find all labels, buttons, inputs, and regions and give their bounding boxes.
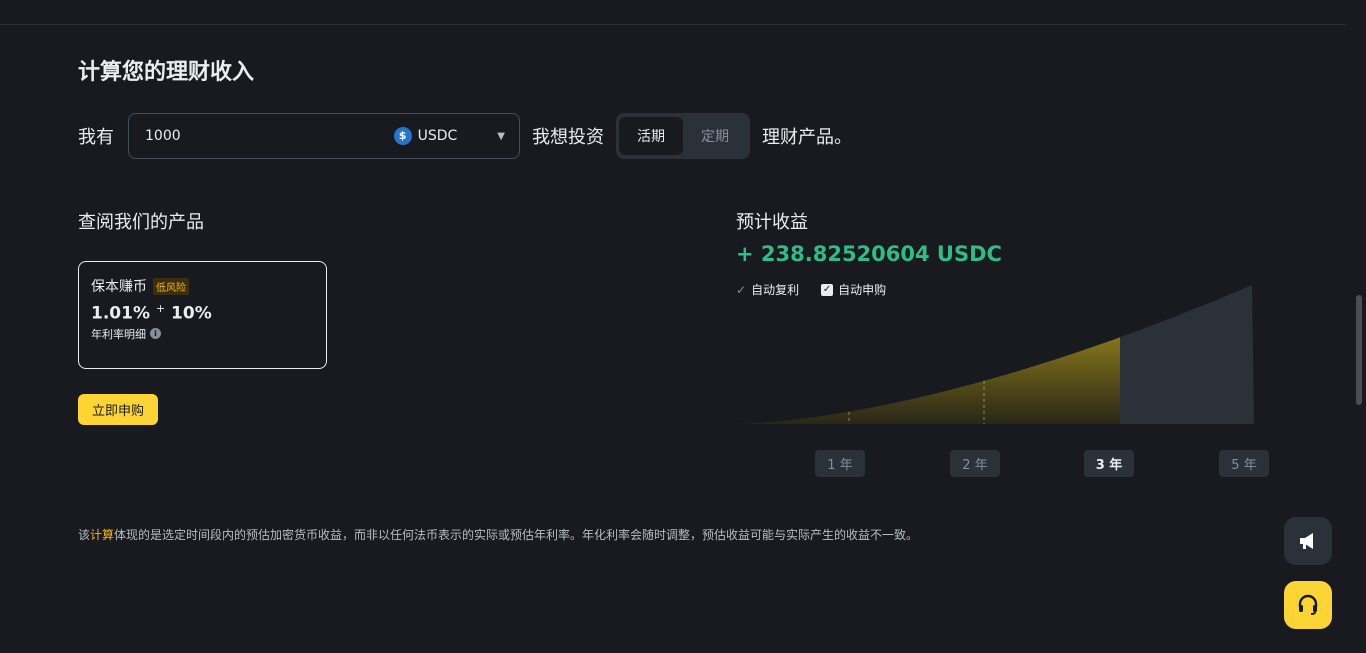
scrollbar-thumb[interactable] (1356, 295, 1362, 405)
period-button-1[interactable]: 1 年 (815, 450, 865, 477)
have-label: 我有 (78, 127, 114, 148)
scrollbar[interactable] (1346, 0, 1366, 653)
subscribe-button[interactable]: 立即申购 (78, 394, 158, 425)
rate-details[interactable]: 年利率明细 i (91, 326, 314, 342)
product-name-row: 保本赚币 低风险 (91, 276, 314, 296)
disclaimer: 该计算体现的是选定时间段内的预估加密货币收益，而非以任何法币表示的实际或预估年利… (78, 526, 918, 543)
rate-base: 1.01% (91, 303, 150, 324)
estimated-earnings: + 238.82520604 USDC (736, 242, 1002, 266)
period-button-2[interactable]: 2 年 (950, 450, 1000, 477)
products-heading: 查阅我们的产品 (78, 212, 204, 233)
rate-plus: + (155, 302, 166, 315)
top-divider (0, 24, 1346, 25)
megaphone-icon (1300, 533, 1313, 549)
disclaimer-text: 体现的是选定时间段内的预估加密货币收益，而非以任何法币表示的实际或预估年利率。年… (114, 528, 919, 542)
product-card[interactable]: 保本赚币 低风险 1.01% + 10% 年利率明细 i (78, 261, 327, 369)
chevron-down-icon[interactable]: ▼ (497, 131, 505, 142)
option-locked[interactable]: 定期 (683, 117, 747, 155)
suffix-label: 理财产品。 (762, 127, 852, 148)
disclaimer-prefix: 该 (78, 528, 91, 542)
disclaimer-link[interactable]: 计算 (90, 528, 114, 542)
product-name: 保本赚币 (91, 279, 147, 295)
announcement-button[interactable] (1284, 517, 1332, 565)
amount-field[interactable]: USDC ▼ (128, 113, 520, 159)
product-type-toggle: 活期 定期 (616, 113, 750, 159)
coin-selector[interactable]: USDC (393, 127, 458, 145)
period-button-4[interactable]: 5 年 (1219, 450, 1269, 477)
want-label: 我想投资 (532, 127, 604, 148)
calculator-row: 我有 USDC ▼ 我想投资 活期 定期 理财产品。 (78, 112, 852, 160)
support-button[interactable] (1284, 581, 1332, 629)
amount-input[interactable] (143, 127, 394, 145)
coin-label: USDC (417, 128, 458, 144)
chart-area-selected (736, 337, 1120, 424)
usdc-coin-icon (393, 127, 412, 145)
info-icon[interactable]: i (150, 328, 161, 340)
headset-icon (1298, 594, 1318, 615)
period-button-3[interactable]: 3 年 (1084, 450, 1134, 477)
rate-label: 年利率明细 (91, 327, 146, 341)
option-flexible[interactable]: 活期 (619, 117, 683, 155)
product-rate: 1.01% + 10% (91, 302, 314, 324)
section-title: 计算您的理财收入 (78, 60, 255, 85)
risk-badge: 低风险 (153, 277, 189, 295)
rate-bonus: 10% (171, 303, 212, 324)
earnings-chart (736, 284, 1254, 424)
estimate-heading: 预计收益 (736, 212, 808, 233)
